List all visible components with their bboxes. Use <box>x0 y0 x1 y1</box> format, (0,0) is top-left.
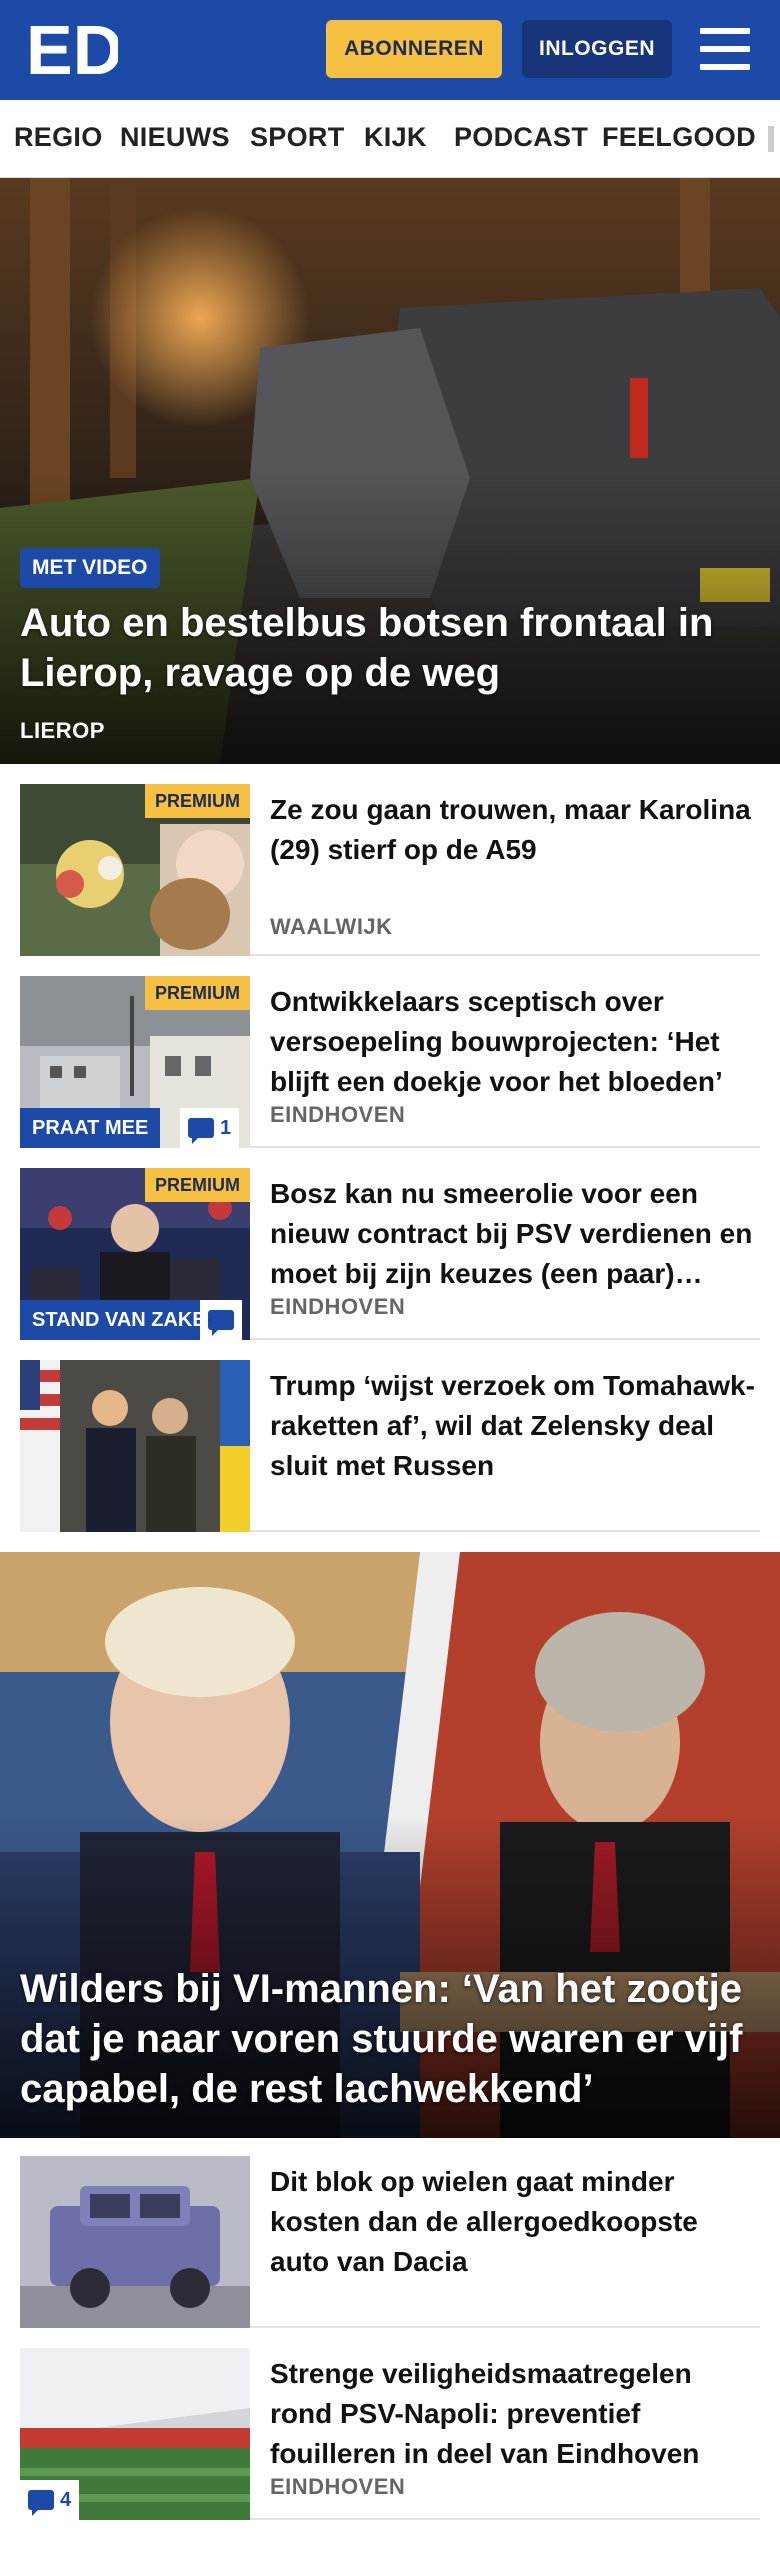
article-location: EINDHOVEN <box>270 2474 406 2499</box>
video-badge: MET VIDEO <box>20 548 160 588</box>
comment-icon <box>28 2490 54 2516</box>
nav-item-feelgood[interactable]: FEELGOOD <box>602 122 756 153</box>
feature-title[interactable]: Wilders bij VI-mannen: ‘Van het zootje d… <box>20 1964 765 2114</box>
comment-icon <box>188 1118 214 1144</box>
article-item[interactable]: PREMIUM PRAAT MEE 1 Ontwikkelaars scepti… <box>20 976 760 1148</box>
article-item[interactable]: PREMIUM Ze zou gaan trouwen, maar Karoli… <box>20 784 760 956</box>
feature-article[interactable]: Wilders bij VI-mannen: ‘Van het zootje d… <box>0 1552 780 2138</box>
article-location: EINDHOVEN <box>270 1102 406 1127</box>
comment-count-badge[interactable]: 1 <box>180 1108 240 1148</box>
article-item[interactable]: PREMIUM STAND VAN ZAKEN Bosz kan nu smee… <box>20 1168 760 1340</box>
article-title[interactable]: Ze zou gaan trouwen, maar Karolina (29) … <box>270 790 760 870</box>
comment-count: 1 <box>220 1116 232 1139</box>
discussion-tag[interactable]: PRAAT MEE <box>20 1108 161 1148</box>
comment-count-badge[interactable] <box>200 1300 242 1340</box>
comment-count-badge[interactable]: 4 <box>20 2480 80 2520</box>
article-title[interactable]: Dit blok op wielen gaat minder kosten da… <box>270 2162 760 2282</box>
article-location: WAALWIJK <box>270 914 393 939</box>
article-item[interactable]: 4 Strenge veiligheidsmaatregelen rond PS… <box>20 2348 760 2520</box>
article-location: EINDHOVEN <box>270 1294 406 1319</box>
article-thumbnail: PREMIUM <box>20 784 250 956</box>
hero-article[interactable]: MET VIDEO Auto en bestelbus botsen front… <box>0 178 780 764</box>
article-title[interactable]: Ontwikkelaars sceptisch over versoepelin… <box>270 982 760 1102</box>
discussion-tag[interactable]: STAND VAN ZAKEN <box>20 1300 200 1340</box>
hamburger-menu-icon[interactable] <box>700 28 750 70</box>
hero-location: LIEROP <box>20 718 105 743</box>
ed-logo[interactable]: ED <box>26 14 118 84</box>
login-button[interactable]: INLOGGEN <box>522 20 672 78</box>
article-item[interactable]: Dit blok op wielen gaat minder kosten da… <box>20 2156 760 2328</box>
svg-text:ED: ED <box>26 14 118 84</box>
premium-badge: PREMIUM <box>145 784 250 818</box>
premium-badge: PREMIUM <box>145 1168 250 1202</box>
nav-item-sport[interactable]: SPORT <box>250 122 345 153</box>
article-item[interactable]: Trump ‘wijst verzoek om Tomahawk-rakette… <box>20 1360 760 1532</box>
comment-icon <box>208 1310 234 1336</box>
article-thumbnail: 4 <box>20 2348 250 2520</box>
nav-item-podcast[interactable]: PODCAST <box>454 122 588 153</box>
nav-more-indicator <box>768 126 774 152</box>
premium-badge: PREMIUM <box>145 976 250 1010</box>
article-title[interactable]: Bosz kan nu smeerolie voor een nieuw con… <box>270 1174 760 1294</box>
top-bar: ED ABONNEREN INLOGGEN <box>0 0 780 100</box>
section-nav: REGIO NIEUWS SPORT KIJK PODCAST FEELGOOD <box>0 100 780 178</box>
hero-title[interactable]: Auto en bestelbus botsen frontaal in Lie… <box>20 598 760 698</box>
article-thumbnail <box>20 1360 250 1532</box>
article-thumbnail <box>20 2156 250 2328</box>
article-thumbnail: PREMIUM STAND VAN ZAKEN <box>20 1168 250 1340</box>
subscribe-button[interactable]: ABONNEREN <box>326 20 502 78</box>
comment-count: 4 <box>60 2488 72 2511</box>
article-title[interactable]: Trump ‘wijst verzoek om Tomahawk-rakette… <box>270 1366 760 1486</box>
nav-item-nieuws[interactable]: NIEUWS <box>120 122 230 153</box>
nav-item-regio[interactable]: REGIO <box>14 122 103 153</box>
nav-item-kijk[interactable]: KIJK <box>364 122 427 153</box>
article-thumbnail: PREMIUM PRAAT MEE 1 <box>20 976 250 1148</box>
article-title[interactable]: Strenge veiligheidsmaatregelen rond PSV-… <box>270 2354 760 2474</box>
